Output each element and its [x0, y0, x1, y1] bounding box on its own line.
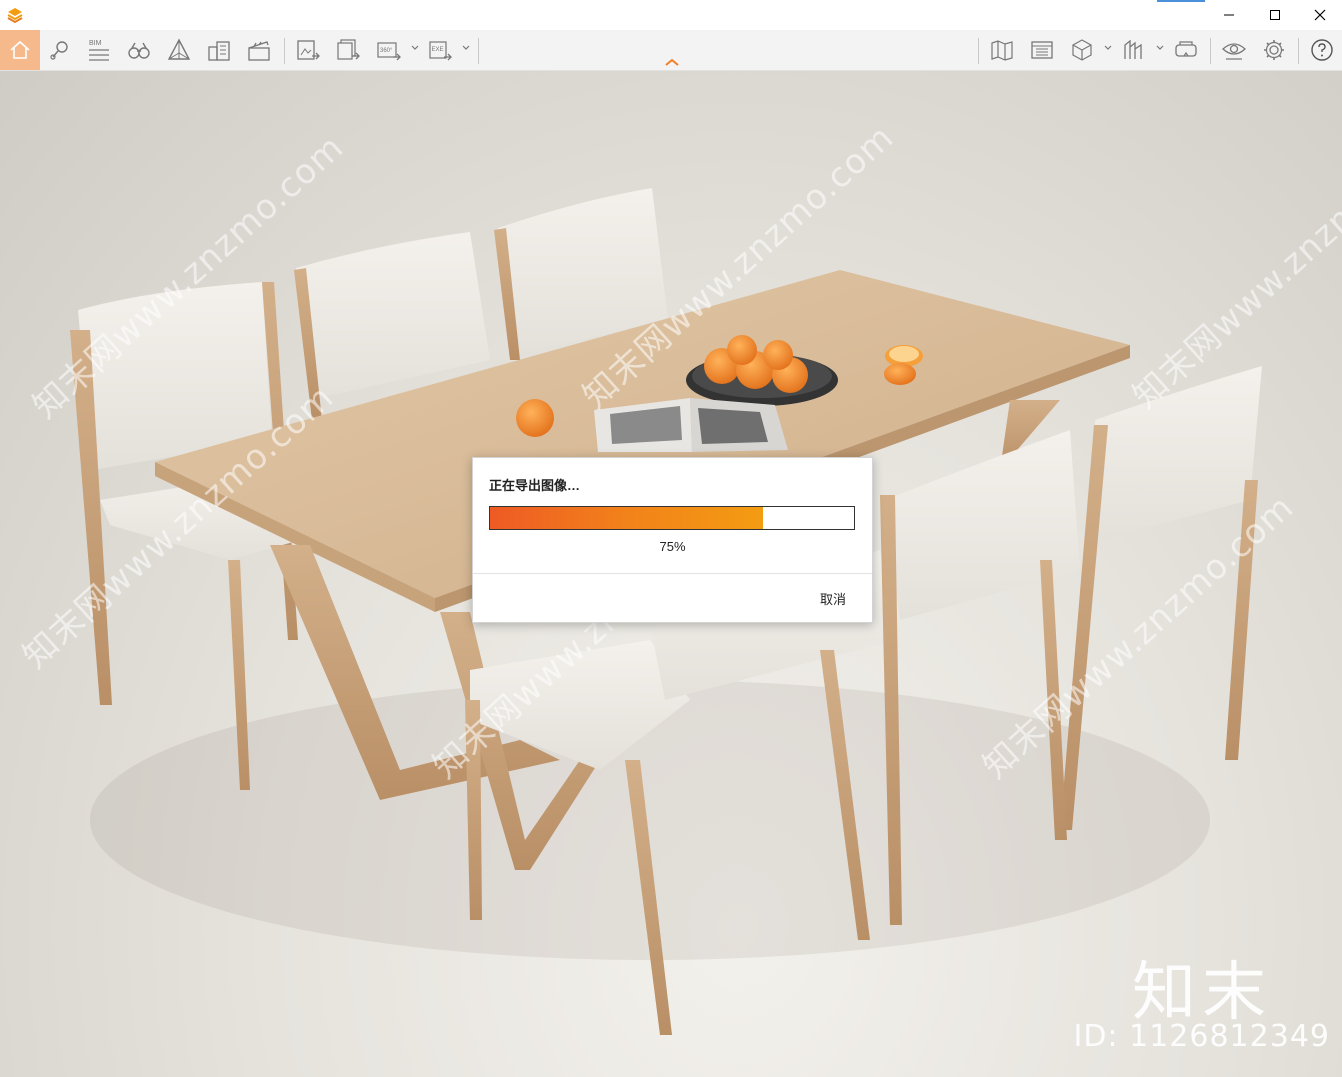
export-progress-dialog: 正在导出图像… 75% 取消	[472, 457, 873, 623]
minimize-button[interactable]	[1206, 0, 1252, 30]
locate-pin-icon	[50, 41, 68, 60]
cube-icon	[1072, 39, 1092, 61]
chevron-down-icon[interactable]	[411, 44, 419, 52]
toolbar-divider	[1298, 38, 1299, 64]
export-multi-image-icon	[337, 39, 360, 60]
svg-text:EXE: EXE	[432, 47, 444, 53]
export-exe-icon: EXE	[429, 41, 452, 61]
help-button[interactable]	[1304, 30, 1340, 70]
progress-bar	[489, 506, 855, 530]
bim-button[interactable]: BIM	[81, 30, 117, 70]
clapper-icon	[248, 41, 270, 61]
progress-bar-fill	[490, 507, 763, 529]
home-button[interactable]	[0, 30, 40, 70]
toolbar-divider	[284, 38, 285, 64]
export-multi-image-button[interactable]	[330, 30, 366, 70]
walkthrough-button[interactable]	[121, 30, 157, 70]
progress-percent: 75%	[659, 539, 686, 554]
image-id-watermark: ID: 1126812349	[1073, 1019, 1330, 1054]
title-bar	[0, 0, 1342, 30]
layout-panel-icon	[1031, 41, 1053, 59]
map-button[interactable]	[984, 30, 1020, 70]
toolbar-divider	[478, 38, 479, 64]
settings-button[interactable]	[1256, 30, 1292, 70]
svg-text:BIM: BIM	[89, 40, 102, 47]
binoculars-icon	[128, 42, 150, 59]
dialog-title: 正在导出图像…	[489, 478, 581, 493]
vr-button[interactable]	[1168, 30, 1204, 70]
export-360-icon: 360°	[377, 42, 401, 61]
locate-button[interactable]	[42, 30, 78, 70]
app-logo-icon	[7, 8, 23, 24]
map-icon	[991, 40, 1013, 61]
vr-headset-icon	[1175, 41, 1197, 57]
export-exe-button[interactable]: EXE	[422, 30, 458, 70]
perspective-button[interactable]	[161, 30, 197, 70]
chevron-down-icon[interactable]	[462, 44, 470, 52]
layout-panel-button[interactable]	[1024, 30, 1060, 70]
export-image-button[interactable]	[290, 30, 326, 70]
title-accent-line	[1157, 0, 1205, 2]
model-view-button[interactable]	[1064, 30, 1100, 70]
collapse-toolbar-chevron-icon[interactable]	[662, 56, 682, 68]
close-icon	[1314, 9, 1326, 21]
maximize-button[interactable]	[1252, 0, 1298, 30]
eye-icon	[1222, 43, 1246, 60]
triangle-view-icon	[167, 38, 191, 60]
maximize-icon	[1270, 10, 1280, 20]
dialog-divider	[473, 573, 872, 574]
section-icon	[1124, 39, 1142, 59]
animation-button[interactable]	[241, 30, 277, 70]
chevron-down-icon[interactable]	[1156, 44, 1164, 52]
close-button[interactable]	[1297, 0, 1342, 30]
visibility-button[interactable]	[1216, 30, 1252, 70]
help-icon	[1311, 39, 1333, 61]
orange-fruit	[516, 399, 554, 437]
toolbar-divider	[1210, 38, 1211, 64]
buildings-button[interactable]	[201, 30, 237, 70]
minimize-icon	[1224, 14, 1234, 16]
chevron-down-icon[interactable]	[1104, 44, 1112, 52]
toolbar-divider	[978, 38, 979, 64]
cancel-button[interactable]: 取消	[820, 589, 846, 608]
gear-icon	[1264, 40, 1284, 60]
export-image-icon	[297, 40, 320, 60]
bim-icon: BIM	[89, 40, 109, 61]
svg-text:360°: 360°	[380, 48, 393, 54]
home-icon	[10, 40, 30, 59]
section-button[interactable]	[1116, 30, 1152, 70]
export-360-button[interactable]: 360°	[370, 30, 406, 70]
buildings-icon	[208, 41, 230, 61]
